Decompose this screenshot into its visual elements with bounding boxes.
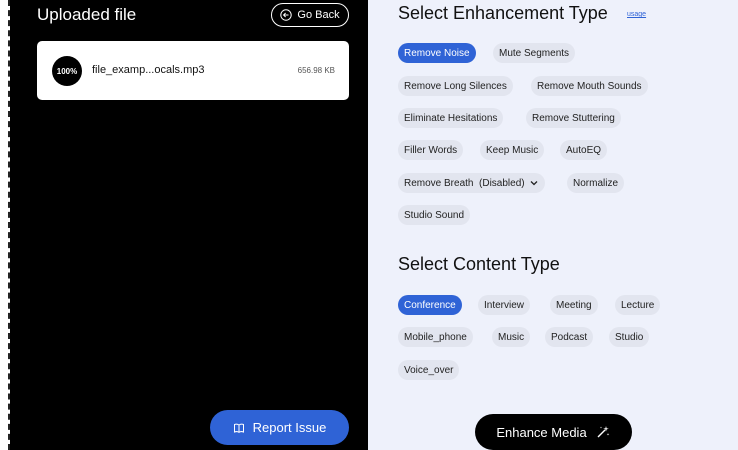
chevron-down-icon [530, 181, 538, 186]
option-normalize[interactable]: Normalize [567, 173, 625, 193]
content-studio[interactable]: Studio [609, 327, 650, 347]
content-podcast[interactable]: Podcast [545, 327, 594, 347]
option-remove-breath[interactable]: Remove Breath (Disabled) [398, 173, 545, 193]
option-remove-stuttering[interactable]: Remove Stuttering [526, 108, 621, 128]
option-eliminate-hesitations[interactable]: Eliminate Hesitations [398, 108, 504, 128]
go-back-button[interactable]: Go Back [271, 3, 349, 27]
content-conference[interactable]: Conference [398, 295, 462, 315]
content-interview[interactable]: Interview [478, 295, 531, 315]
magic-wand-icon [597, 426, 609, 438]
option-keep-music[interactable]: Keep Music [480, 140, 545, 160]
usage-link[interactable]: usage [627, 11, 646, 18]
enhance-media-button[interactable]: Enhance Media [475, 414, 632, 450]
content-lecture[interactable]: Lecture [615, 295, 661, 315]
uploaded-file-title: Uploaded file [37, 5, 137, 24]
remove-breath-label: Remove Breath (Disabled) [404, 177, 525, 189]
option-autoeq[interactable]: AutoEQ [560, 140, 608, 160]
file-name: file_examp...ocals.mp3 [92, 64, 205, 76]
file-size: 656.98 KB [297, 66, 335, 75]
content-music[interactable]: Music [492, 327, 531, 347]
uploaded-file-card[interactable]: 100% file_examp...ocals.mp3 656.98 KB [37, 41, 349, 100]
content-meeting[interactable]: Meeting [550, 295, 598, 315]
option-mute-segments[interactable]: Mute Segments [493, 43, 576, 63]
arrow-left-icon [280, 9, 293, 21]
content-mobile-phone[interactable]: Mobile_phone [398, 327, 473, 347]
report-issue-label: Report Issue [252, 420, 327, 435]
upload-progress-indicator: 100% [52, 56, 82, 86]
option-filler-words[interactable]: Filler Words [398, 140, 464, 160]
option-remove-long-silences[interactable]: Remove Long Silences [398, 76, 513, 96]
enhance-media-label: Enhance Media [496, 424, 587, 440]
option-studio-sound[interactable]: Studio Sound [398, 205, 471, 225]
upload-panel: Uploaded file Go Back 100% file_examp...… [10, 0, 368, 450]
option-remove-mouth-sounds[interactable]: Remove Mouth Sounds [531, 76, 648, 96]
left-edge-strip [0, 0, 10, 450]
report-issue-button[interactable]: Report Issue [210, 410, 349, 445]
option-remove-noise[interactable]: Remove Noise [398, 43, 476, 63]
enhancement-type-title: Select Enhancement Type [398, 3, 608, 23]
content-voice-over[interactable]: Voice_over [398, 360, 460, 380]
content-type-title: Select Content Type [398, 254, 560, 274]
book-icon [233, 423, 244, 433]
go-back-label: Go Back [297, 9, 340, 21]
